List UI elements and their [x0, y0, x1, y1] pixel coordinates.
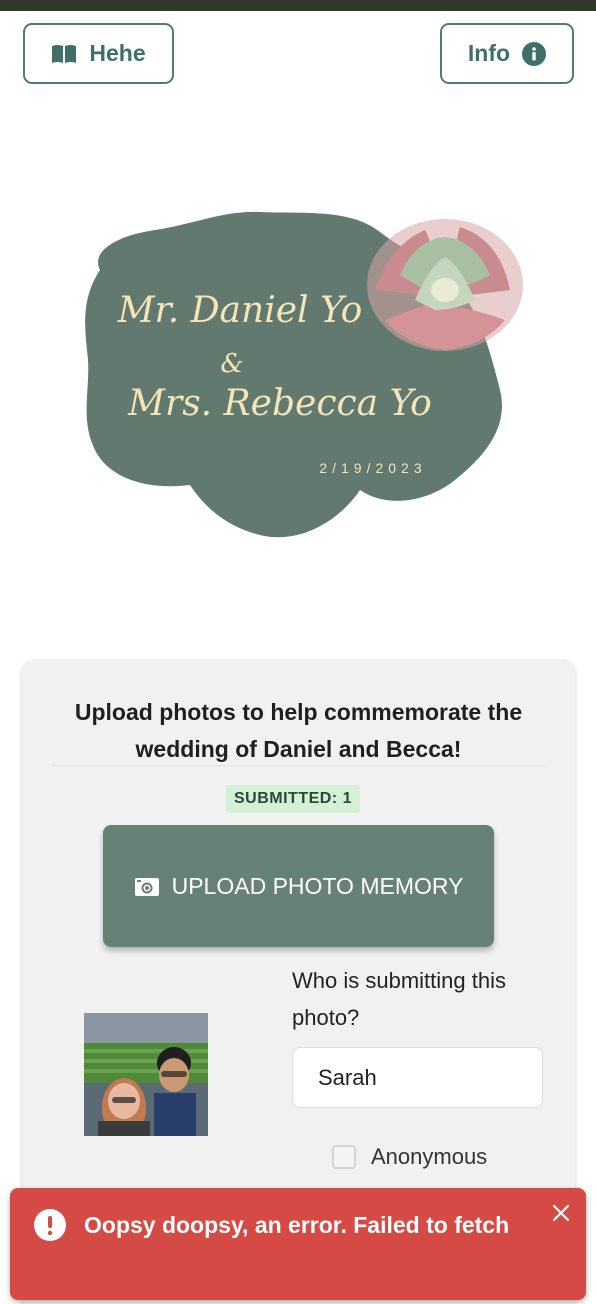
alert-circle-icon — [34, 1209, 66, 1241]
photo-thumbnail[interactable] — [84, 1013, 208, 1136]
anonymous-checkbox[interactable] — [332, 1145, 356, 1169]
info-button-label: Info — [467, 40, 511, 66]
top-strip — [0, 0, 596, 11]
info-circle-icon — [522, 41, 547, 66]
logo-ampersand: & — [220, 349, 243, 379]
logo-line-2: Mrs. Rebecca Yo — [127, 383, 432, 424]
wedding-logo: Mr. Daniel Yo & Mrs. Rebecca Yo 2/19/202… — [85, 211, 523, 538]
camera-icon — [134, 878, 159, 896]
card-title: Upload photos to help commemorate the we… — [74, 699, 523, 762]
hehe-button[interactable]: Hehe — [23, 23, 174, 84]
hehe-button-label: Hehe — [89, 40, 146, 66]
card-divider — [52, 765, 545, 766]
anonymous-label: Anonymous — [371, 1144, 488, 1169]
error-toast: Oopsy doopsy, an error. Failed to fetch — [10, 1188, 586, 1300]
succulent-image — [367, 219, 523, 351]
upload-photo-button[interactable]: UPLOAD PHOTO MEMORY — [103, 825, 494, 947]
who-submitting-label: Who is submitting this photo? — [292, 968, 506, 1030]
submitter-name-input[interactable] — [292, 1047, 543, 1108]
upload-photo-button-label: UPLOAD PHOTO MEMORY — [171, 872, 464, 899]
logo-line-1: Mr. Daniel Yo — [117, 290, 363, 331]
submitted-badge: SUBMITTED: 1 — [226, 785, 360, 813]
close-icon[interactable] — [551, 1203, 571, 1223]
error-message: Oopsy doopsy, an error. Failed to fetch — [84, 1212, 510, 1238]
book-open-icon — [52, 44, 77, 63]
logo-date: 2/19/2023 — [319, 460, 426, 476]
info-button[interactable]: Info — [440, 23, 574, 84]
